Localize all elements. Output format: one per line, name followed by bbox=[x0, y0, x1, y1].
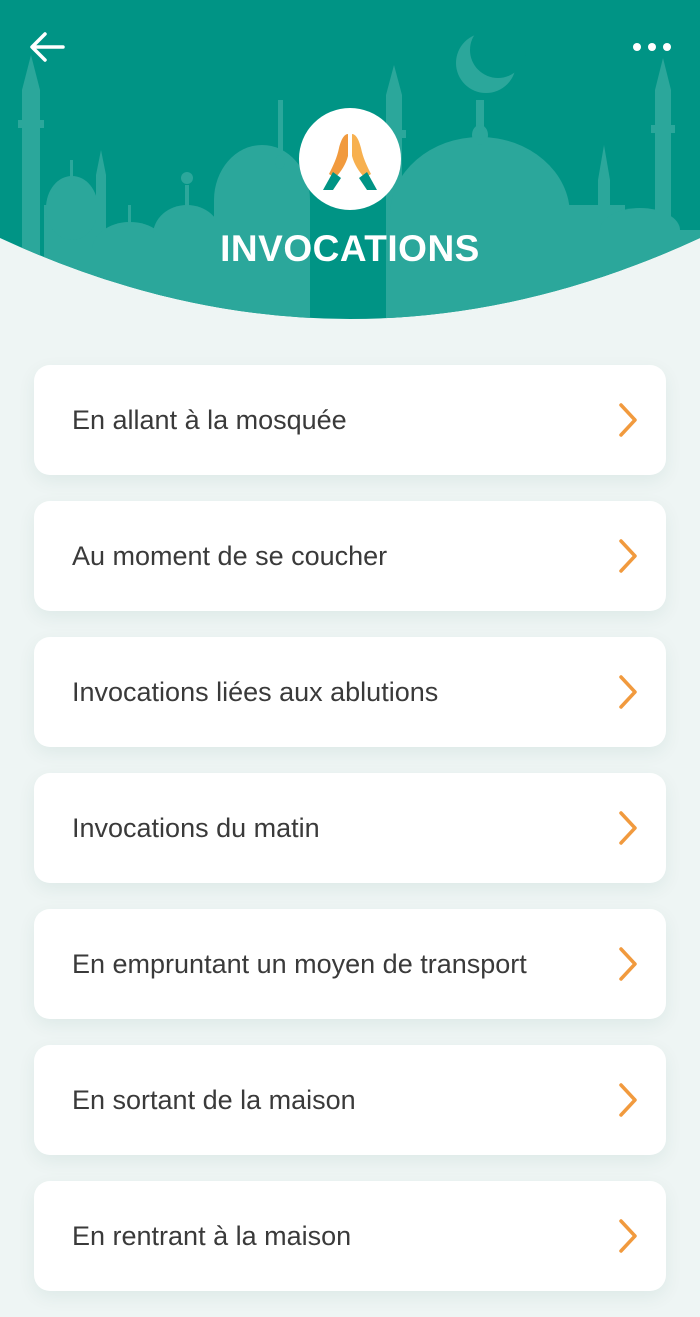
list-item-mosque[interactable]: En allant à la mosquée bbox=[34, 365, 666, 475]
list-item-morning[interactable]: Invocations du matin bbox=[34, 773, 666, 883]
list-item-label: Invocations du matin bbox=[72, 812, 320, 843]
list-item-label: En rentrant à la maison bbox=[72, 1220, 352, 1251]
page-title: INVOCATIONS bbox=[220, 228, 480, 269]
list-item-label: En allant à la mosquée bbox=[72, 404, 347, 435]
list-item-transport[interactable]: En empruntant un moyen de transport bbox=[34, 909, 666, 1019]
arrow-left-icon bbox=[30, 32, 65, 62]
chevron-right-icon bbox=[619, 675, 637, 709]
list-item-label: En empruntant un moyen de transport bbox=[72, 948, 527, 979]
list-item-label: Invocations liées aux ablutions bbox=[72, 676, 439, 707]
chevron-right-icon bbox=[619, 1219, 637, 1253]
invocations-list: En allant à la mosquée Au moment de se c… bbox=[34, 365, 666, 1317]
more-options-button[interactable] bbox=[622, 24, 682, 70]
list-item-label: En sortant de la maison bbox=[72, 1084, 356, 1115]
header-banner: INVOCATIONS bbox=[0, 0, 700, 330]
list-item-leaving-home[interactable]: En sortant de la maison bbox=[34, 1045, 666, 1155]
more-horizontal-icon bbox=[633, 43, 671, 51]
chevron-right-icon bbox=[619, 403, 637, 437]
back-button[interactable] bbox=[22, 22, 72, 72]
invocations-emblem bbox=[299, 108, 401, 210]
chevron-right-icon bbox=[619, 1083, 637, 1117]
list-item-label: Au moment de se coucher bbox=[72, 540, 388, 571]
chevron-right-icon bbox=[619, 947, 637, 981]
list-item-ablutions[interactable]: Invocations liées aux ablutions bbox=[34, 637, 666, 747]
chevron-right-icon bbox=[619, 539, 637, 573]
chevron-right-icon bbox=[619, 811, 637, 845]
list-item-entering-home[interactable]: En rentrant à la maison bbox=[34, 1181, 666, 1291]
list-item-bedtime[interactable]: Au moment de se coucher bbox=[34, 501, 666, 611]
praying-hands-icon bbox=[323, 132, 377, 190]
